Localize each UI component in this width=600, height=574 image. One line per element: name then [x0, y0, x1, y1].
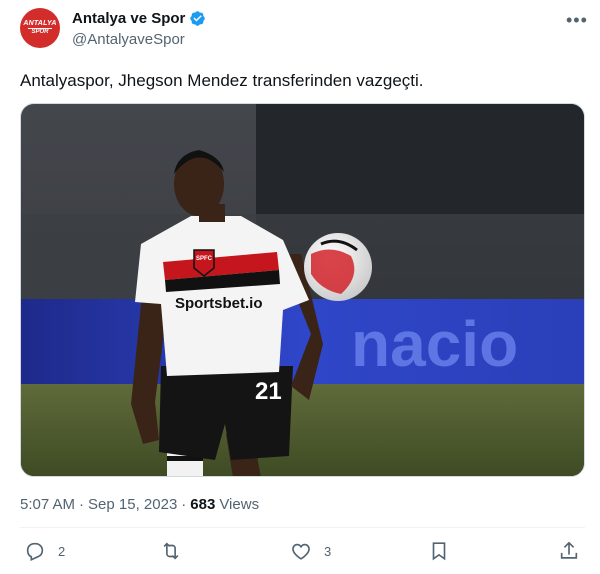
views-label: Views: [219, 496, 260, 513]
retweet-button[interactable]: [160, 540, 194, 562]
action-bar: 2 3: [20, 540, 585, 572]
avatar-logo-text: ANTALYA: [23, 20, 57, 27]
photo-player-image: nacio 21 Sportsbet.io SPFC: [21, 104, 584, 476]
reply-button[interactable]: 2: [24, 540, 65, 562]
bookmark-icon: [432, 542, 446, 561]
author-handle[interactable]: @AntalyaveSpor: [72, 31, 185, 48]
reply-count: 2: [58, 543, 66, 559]
svg-text:SPFC: SPFC: [196, 256, 213, 262]
tweet-time[interactable]: 5:07 AM: [20, 496, 75, 513]
avatar[interactable]: ANTALYA SPOR: [20, 8, 60, 48]
meta-separator: ·: [79, 496, 85, 513]
bookmark-button[interactable]: [428, 540, 450, 562]
tweet-photo[interactable]: nacio 21 Sportsbet.io SPFC: [20, 103, 585, 477]
tweet-date[interactable]: Sep 15, 2023: [88, 496, 177, 513]
display-name[interactable]: Antalya ve Spor: [72, 10, 185, 27]
author-name-row: Antalya ve Spor: [72, 10, 206, 27]
share-button[interactable]: [558, 540, 580, 562]
reply-icon: [26, 542, 44, 561]
views-count: 683: [190, 496, 216, 513]
verified-badge-icon: [190, 11, 206, 26]
meta-separator: ·: [181, 496, 187, 513]
svg-text:nacio: nacio: [351, 308, 518, 380]
more-icon[interactable]: •••: [566, 10, 588, 31]
like-count: 3: [324, 543, 332, 559]
heart-icon: [292, 543, 310, 560]
retweet-icon: [163, 542, 179, 560]
avatar-logo-subtext: SPOR: [28, 28, 52, 36]
svg-text:Sportsbet.io: Sportsbet.io: [175, 295, 263, 312]
tweet-meta: 5:07 AM · Sep 15, 2023 · 683 Views: [20, 496, 259, 513]
svg-text:21: 21: [255, 378, 282, 405]
divider: [20, 527, 585, 528]
like-button[interactable]: 3: [290, 540, 331, 562]
share-icon: [560, 541, 578, 559]
tweet-text: Antalyaspor, Jhegson Mendez transferinde…: [20, 71, 424, 90]
